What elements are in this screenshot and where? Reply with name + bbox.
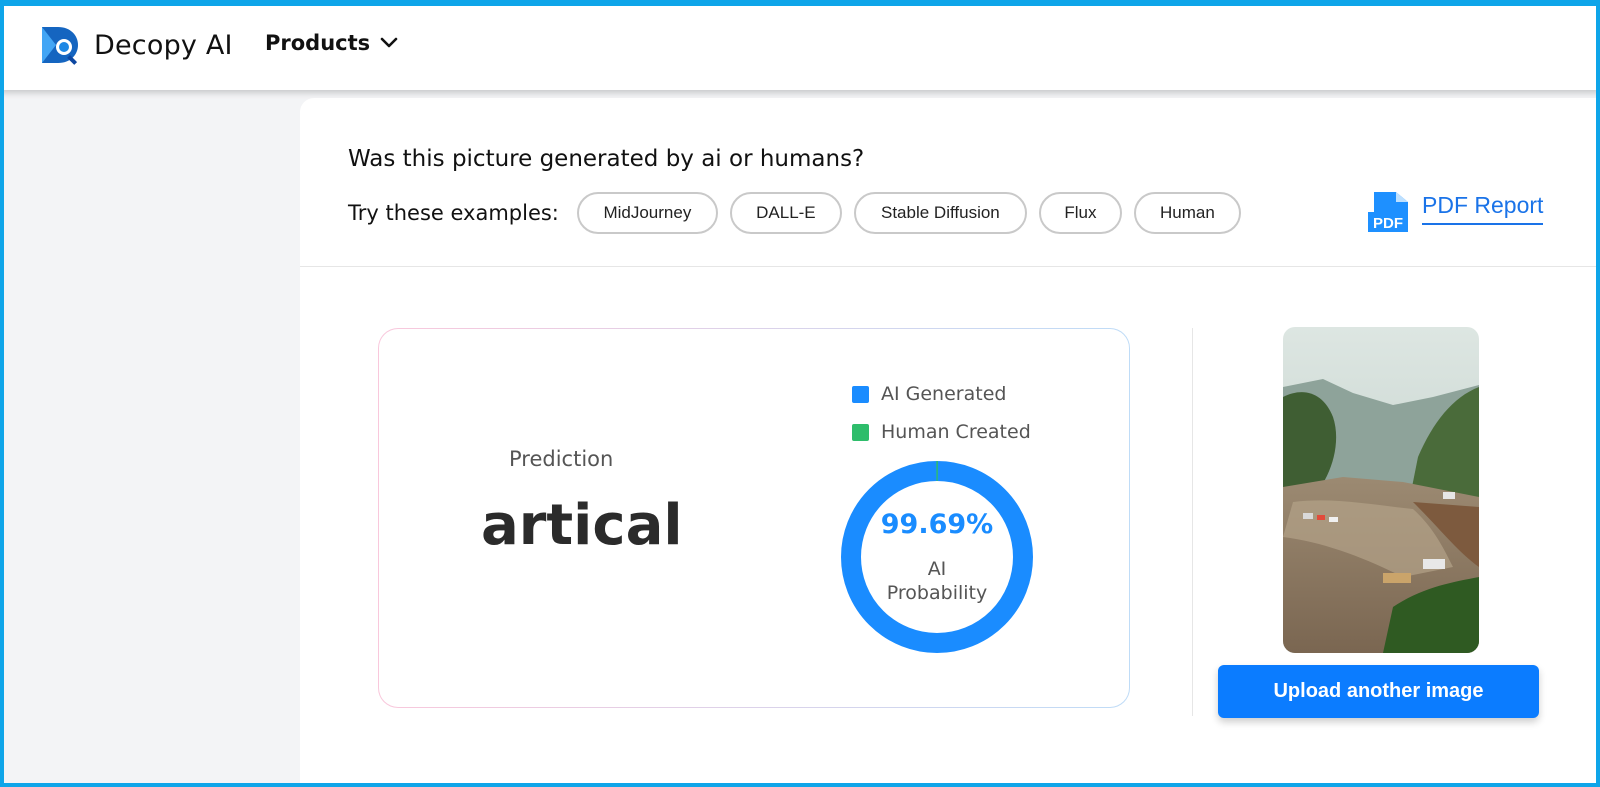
prediction-result-inner: Prediction artical AI Generated Human Cr…	[379, 329, 1129, 707]
detector-card: Was this picture generated by ai or huma…	[300, 98, 1600, 787]
chevron-down-icon	[380, 37, 398, 48]
ai-probability-caption: AI Probability	[839, 557, 1035, 605]
example-stable-diffusion-button[interactable]: Stable Diffusion	[853, 192, 1027, 234]
example-dalle-button[interactable]: DALL-E	[729, 192, 842, 234]
legend-ai-label: AI Generated	[881, 383, 1007, 405]
products-menu[interactable]: Products	[265, 31, 398, 55]
ai-swatch	[852, 385, 869, 403]
pdf-report-link[interactable]: PDF PDF Report	[1368, 190, 1544, 234]
caption-line-1: AI	[927, 558, 947, 580]
pdf-report-label: PDF Report	[1422, 192, 1544, 225]
detector-question: Was this picture generated by ai or huma…	[348, 146, 865, 172]
products-label: Products	[265, 31, 371, 55]
vertical-divider	[1192, 328, 1193, 716]
brand-name: Decopy AI	[94, 29, 233, 61]
upload-another-image-button[interactable]: Upload another image	[1218, 665, 1539, 718]
human-swatch	[852, 423, 869, 441]
caption-line-2: Probability	[886, 582, 988, 604]
examples-label: Try these examples:	[348, 201, 559, 225]
decopy-logo-icon	[42, 27, 78, 65]
uploaded-image-preview	[1283, 327, 1479, 653]
legend-human-created: Human Created	[852, 421, 1031, 443]
example-human-button[interactable]: Human	[1133, 192, 1241, 234]
prediction-result-panel: Prediction artical AI Generated Human Cr…	[378, 328, 1130, 708]
svg-text:PDF: PDF	[1373, 215, 1403, 232]
example-midjourney-button[interactable]: MidJourney	[576, 192, 718, 234]
pdf-file-icon: PDF	[1368, 192, 1408, 232]
legend-ai-generated: AI Generated	[852, 383, 1031, 405]
top-nav-bar: Decopy AI Products	[0, 0, 1600, 90]
legend-human-label: Human Created	[881, 421, 1031, 443]
section-divider	[300, 266, 1600, 267]
example-flux-button[interactable]: Flux	[1038, 192, 1122, 234]
prediction-value: artical	[481, 493, 683, 558]
brand-logo[interactable]: Decopy AI	[40, 25, 233, 65]
prediction-label: Prediction	[509, 447, 614, 471]
chart-legend: AI Generated Human Created	[852, 383, 1031, 459]
ai-probability-value: 99.69%	[880, 509, 994, 540]
examples-row: Try these examples: MidJourney DALL-E St…	[348, 192, 1241, 234]
